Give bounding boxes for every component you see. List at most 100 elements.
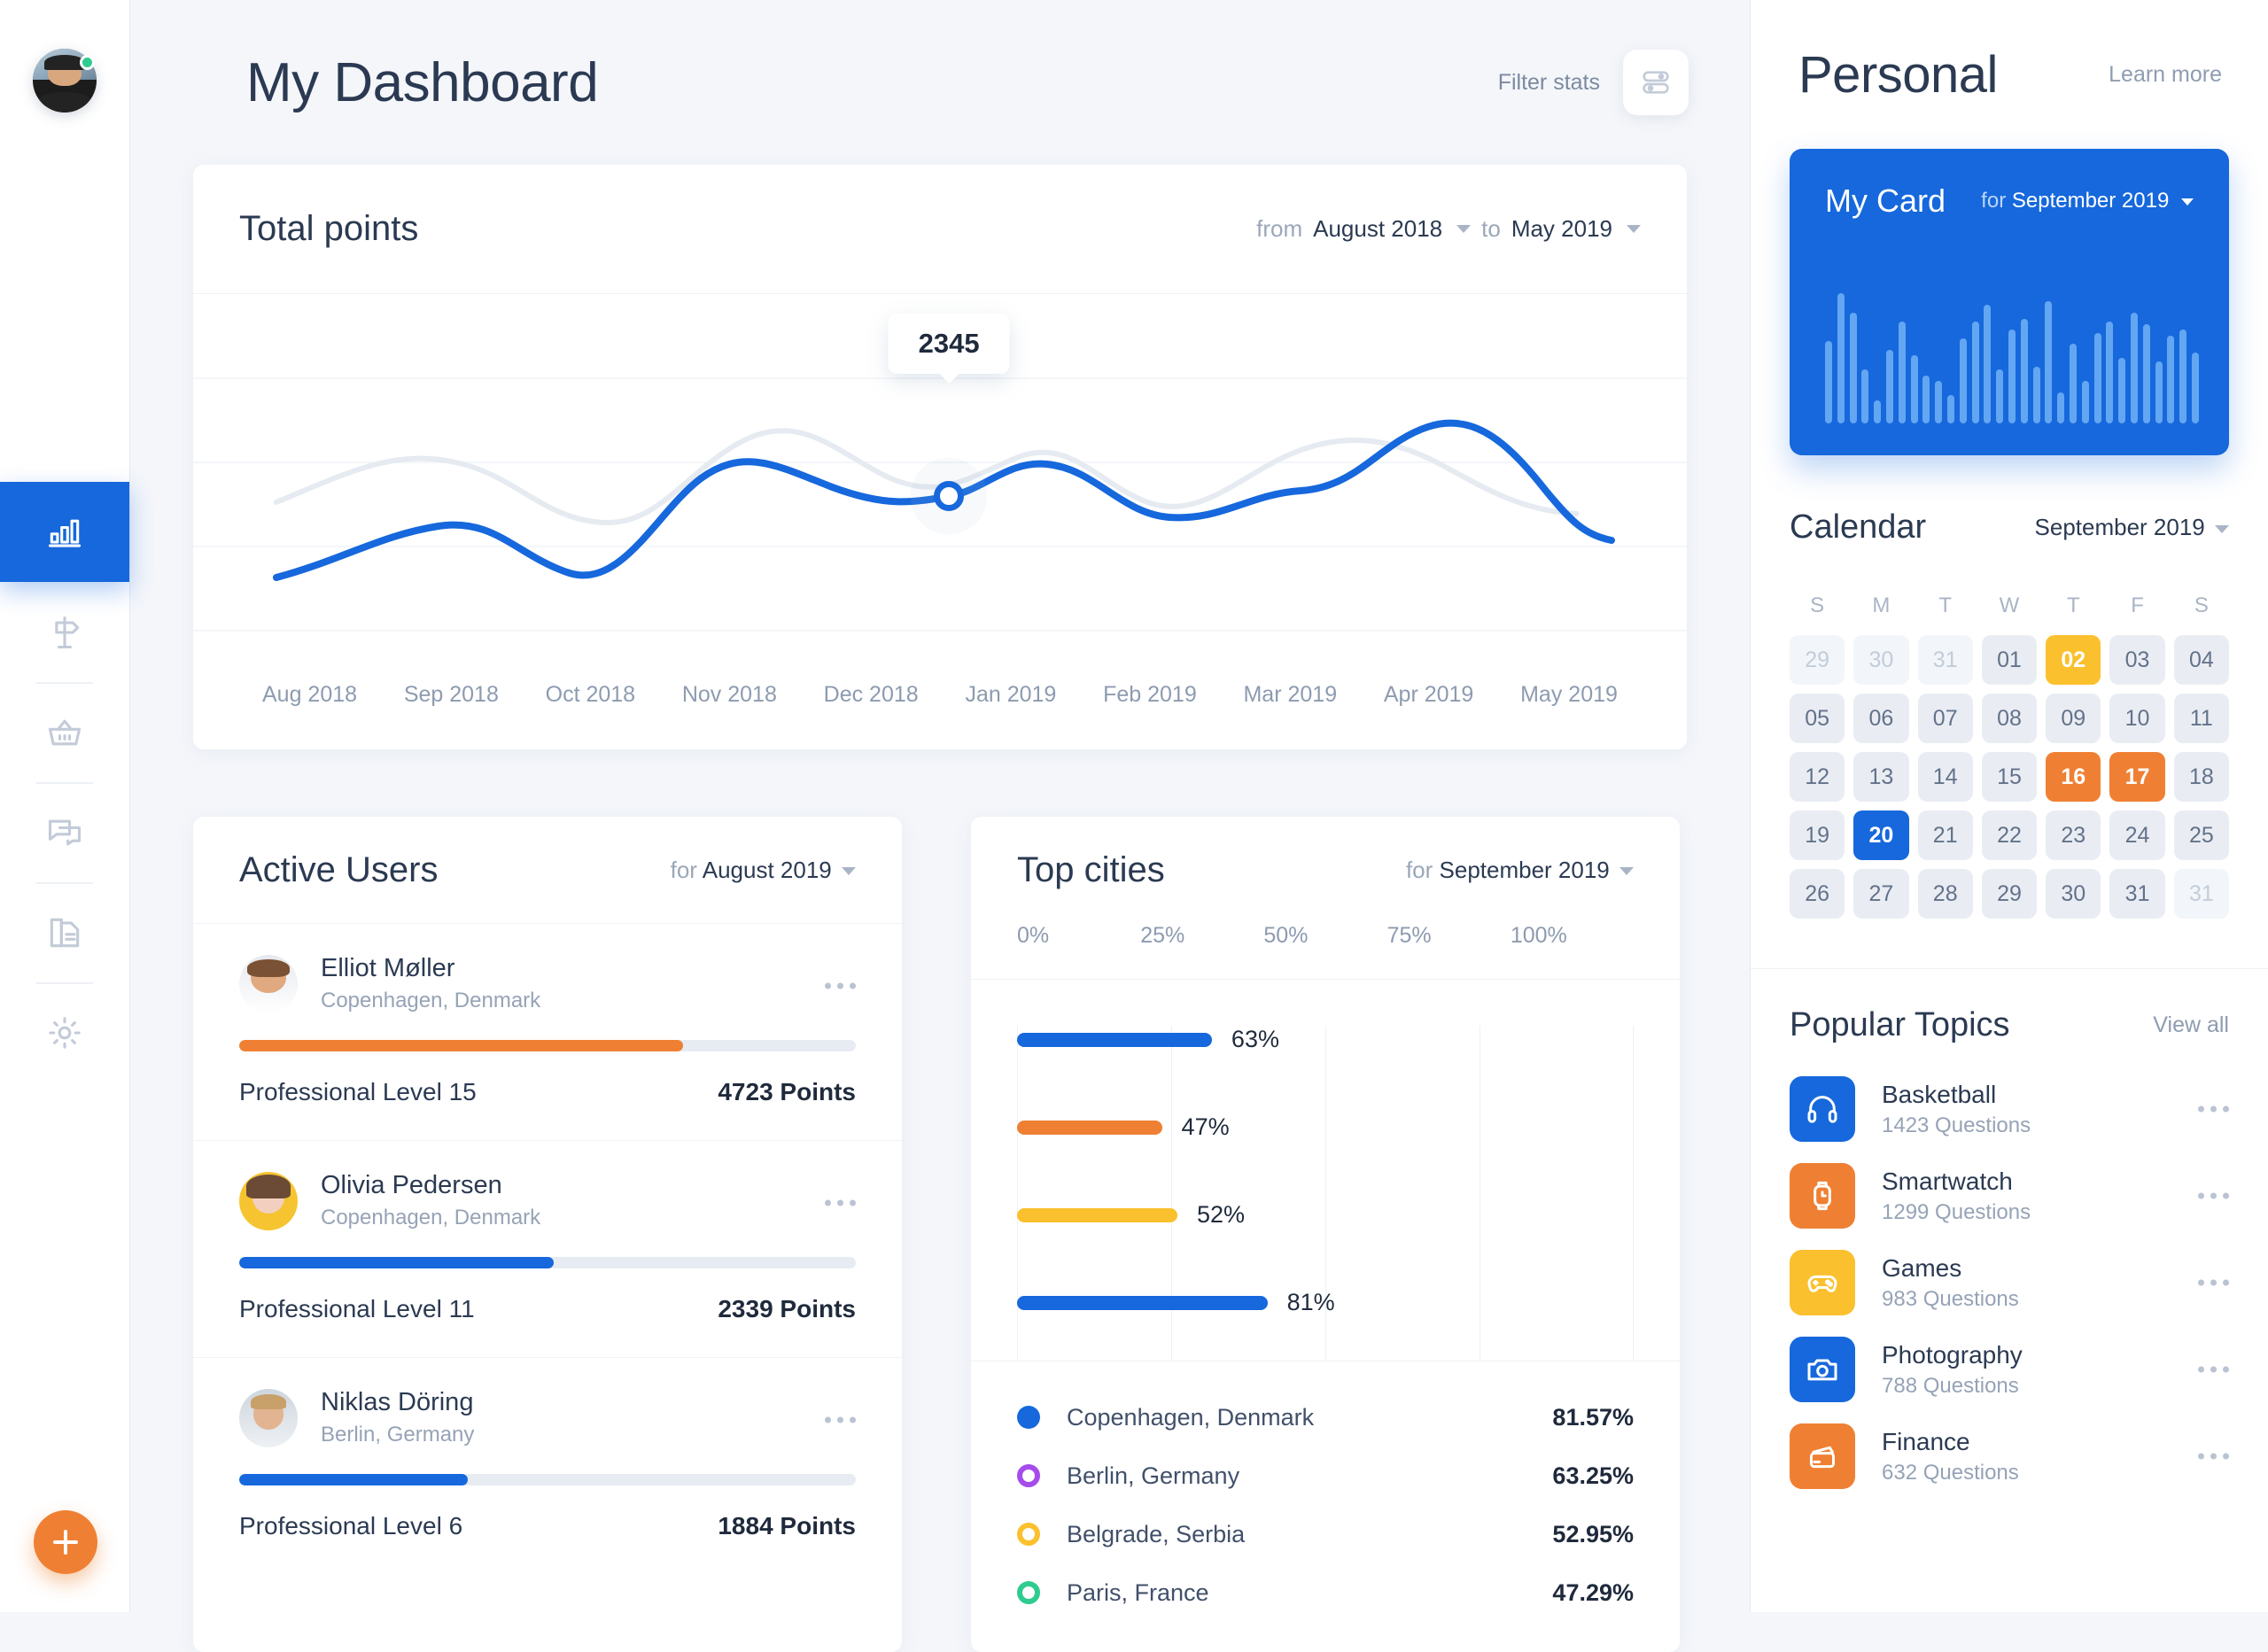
topic-list-item[interactable]: Finance 632 Questions xyxy=(1790,1413,2229,1500)
legend-item[interactable]: Copenhagen, Denmark 81.57% xyxy=(1017,1388,1634,1446)
legend-item[interactable]: Berlin, Germany 63.25% xyxy=(1017,1446,1634,1505)
bar xyxy=(1017,1032,1212,1047)
line-chart[interactable]: 2345 xyxy=(193,294,1687,640)
sidebar-item-analytics[interactable] xyxy=(0,482,129,582)
sidebar-item-documents[interactable] xyxy=(0,882,129,982)
cards-icon xyxy=(1810,1446,1835,1469)
my-card-period[interactable]: for September 2019 xyxy=(1981,189,2194,213)
topic-list-item[interactable]: Basketball 1423 Questions xyxy=(1790,1066,2229,1152)
topic-name: Finance xyxy=(1882,1427,1970,1455)
from-value[interactable]: August 2018 xyxy=(1313,215,1442,243)
calendar-day[interactable]: 26 xyxy=(1790,869,1845,919)
calendar-day[interactable]: 28 xyxy=(1917,869,1973,919)
calendar-day[interactable]: 30 xyxy=(2046,869,2101,919)
calendar-day[interactable]: 24 xyxy=(2109,810,2165,860)
topic-list-item[interactable]: Photography 788 Questions xyxy=(1790,1326,2229,1413)
calendar-day[interactable]: 04 xyxy=(2173,635,2229,685)
more-options-icon[interactable] xyxy=(825,982,856,989)
more-options-icon[interactable] xyxy=(2198,1192,2229,1199)
sparkline-bar xyxy=(1825,341,1832,423)
user-header: Niklas Döring Berlin, Germany xyxy=(239,1365,856,1474)
calendar-day[interactable]: 20 xyxy=(1853,810,1909,860)
calendar-day[interactable]: 21 xyxy=(1917,810,1973,860)
calendar-day[interactable]: 16 xyxy=(2046,752,2101,802)
total-points-header: Total points from August 2018 to May 201… xyxy=(193,165,1687,294)
calendar-day[interactable]: 08 xyxy=(1981,694,2038,743)
sidebar-item-signpost[interactable] xyxy=(0,582,129,682)
calendar-day[interactable]: 18 xyxy=(2173,752,2229,802)
calendar-day[interactable]: 27 xyxy=(1853,869,1909,919)
chart-data-point-marker[interactable] xyxy=(934,481,965,511)
for-label: for xyxy=(1405,856,1433,883)
user-list-item[interactable]: Elliot Møller Copenhagen, Denmark Profes… xyxy=(193,923,902,1140)
chevron-down-icon[interactable] xyxy=(1627,225,1641,233)
total-points-title: Total points xyxy=(239,209,419,248)
calendar-day[interactable]: 29 xyxy=(1790,635,1845,685)
calendar-day-of-week: T xyxy=(2066,593,2080,617)
view-all-link[interactable]: View all xyxy=(2153,1012,2229,1038)
learn-more-link[interactable]: Learn more xyxy=(2109,62,2222,88)
my-card[interactable]: My Card for September 2019 xyxy=(1790,149,2229,455)
avatar[interactable] xyxy=(33,49,97,112)
legend-item[interactable]: Paris, France 47.29% xyxy=(1017,1563,1634,1622)
calendar-day[interactable]: 10 xyxy=(2109,694,2165,743)
chevron-down-icon[interactable] xyxy=(1456,225,1472,233)
x-tick: 0% xyxy=(1017,923,1050,948)
calendar-day[interactable]: 03 xyxy=(2109,635,2165,685)
calendar-day[interactable]: 01 xyxy=(1981,635,2038,685)
calendar-day[interactable]: 31 xyxy=(2109,869,2165,919)
topic-list-item[interactable]: Games 983 Questions xyxy=(1790,1239,2229,1326)
top-cities-period[interactable]: for September 2019 xyxy=(1406,857,1634,884)
calendar-day[interactable]: 07 xyxy=(1917,694,1973,743)
calendar-day[interactable]: 14 xyxy=(1917,752,1973,802)
horizontal-bar-chart: 63% 47% 52% 81% xyxy=(971,1026,1680,1361)
calendar-day[interactable]: 17 xyxy=(2109,752,2165,802)
for-label: for xyxy=(1981,189,2007,213)
more-options-icon[interactable] xyxy=(2198,1366,2229,1373)
calendar-day[interactable]: 11 xyxy=(2173,694,2229,743)
calendar-month-selector[interactable]: September 2019 xyxy=(2035,514,2229,541)
more-options-icon[interactable] xyxy=(2198,1279,2229,1286)
to-value[interactable]: May 2019 xyxy=(1511,215,1612,243)
user-list-item[interactable]: Niklas Döring Berlin, Germany Profession… xyxy=(193,1357,902,1574)
add-button[interactable] xyxy=(34,1510,97,1574)
topic-name: Basketball xyxy=(1882,1080,1997,1108)
filter-stats-button[interactable] xyxy=(1623,50,1689,115)
calendar-day[interactable]: 05 xyxy=(1790,694,1845,743)
sidebar-item-settings[interactable] xyxy=(0,982,129,1082)
user-meta: Elliot Møller Copenhagen, Denmark xyxy=(321,954,856,1013)
calendar-day[interactable]: 29 xyxy=(1981,869,2038,919)
calendar-day[interactable]: 31 xyxy=(1917,635,1973,685)
my-card-header: My Card for September 2019 xyxy=(1825,182,2194,220)
calendar-day[interactable]: 13 xyxy=(1853,752,1909,802)
calendar-day[interactable]: 02 xyxy=(2046,635,2101,685)
user-footer: Professional Level 15 4723 Points xyxy=(239,1078,856,1106)
calendar-day[interactable]: 12 xyxy=(1790,752,1845,802)
sidebar-item-shop[interactable] xyxy=(0,682,129,782)
calendar-widget: Calendar September 2019 S M T W T F S 29 30 31 01 0… xyxy=(1751,455,2268,919)
for-value: September 2019 xyxy=(1439,856,1610,883)
legend-item[interactable]: Belgrade, Serbia 52.95% xyxy=(1017,1505,1634,1563)
calendar-day[interactable]: 09 xyxy=(2046,694,2101,743)
calendar-day[interactable]: 31 xyxy=(2173,869,2229,919)
sparkline-bar xyxy=(2179,330,2187,423)
calendar-day[interactable]: 15 xyxy=(1981,752,2038,802)
calendar-day[interactable]: 19 xyxy=(1790,810,1845,860)
more-options-icon[interactable] xyxy=(2198,1453,2229,1460)
calendar-day[interactable]: 22 xyxy=(1981,810,2038,860)
calendar-title: Calendar xyxy=(1790,508,1927,546)
calendar-day[interactable]: 25 xyxy=(2173,810,2229,860)
calendar-day[interactable]: 23 xyxy=(2046,810,2101,860)
progress-track xyxy=(239,1257,856,1268)
active-users-period[interactable]: for August 2019 xyxy=(671,857,856,884)
calendar-day-of-week: S xyxy=(1810,593,1825,617)
topic-list-item[interactable]: Smartwatch 1299 Questions xyxy=(1790,1152,2229,1239)
more-options-icon[interactable] xyxy=(825,1199,856,1206)
sidebar-item-messages[interactable] xyxy=(0,782,129,882)
calendar-day[interactable]: 06 xyxy=(1853,694,1909,743)
more-options-icon[interactable] xyxy=(2198,1105,2229,1113)
sparkline-bar xyxy=(2093,332,2101,423)
calendar-day[interactable]: 30 xyxy=(1853,635,1909,685)
user-list-item[interactable]: Olivia Pedersen Copenhagen, Denmark Prof… xyxy=(193,1140,902,1357)
more-options-icon[interactable] xyxy=(825,1416,856,1423)
